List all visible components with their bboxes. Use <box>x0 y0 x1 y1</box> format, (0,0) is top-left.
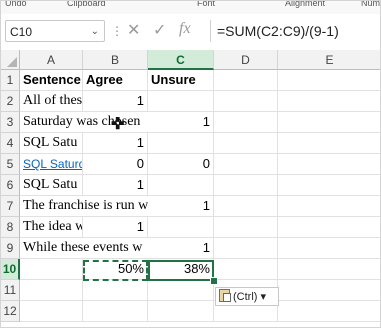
row-header[interactable]: 12 <box>1 301 20 322</box>
clipboard-icon <box>219 289 231 302</box>
ribbon-remnant: Undo Clipboard Font Alignment Number <box>1 0 381 15</box>
cell-d1[interactable] <box>214 70 278 91</box>
cell-d9[interactable] <box>214 238 278 259</box>
row-header[interactable]: 8 <box>1 217 20 238</box>
formula-bar: C10 ⌄ ⋮ ✕ ✓ fx =SUM(C2:C9)/(9-1) <box>1 14 380 51</box>
cell-c12[interactable] <box>148 301 214 322</box>
cell-d5[interactable] <box>214 154 278 175</box>
cell-c4[interactable] <box>148 133 214 154</box>
more-icon[interactable]: ⋮ <box>111 24 124 38</box>
cell-e12[interactable] <box>278 301 380 322</box>
cell-c11[interactable] <box>148 280 214 301</box>
cell-cursor-icon: ✜ <box>111 116 125 133</box>
cell-a6[interactable]: SQL Satu <box>20 175 83 196</box>
cell-d6[interactable] <box>214 175 278 196</box>
paste-options-button[interactable]: (Ctrl) ▾ <box>215 287 279 306</box>
cell-e10[interactable] <box>278 259 380 280</box>
cell-d7[interactable] <box>214 196 278 217</box>
row-header[interactable]: 7 <box>1 196 20 217</box>
cancel-icon[interactable]: ✕ <box>127 20 140 40</box>
row-header[interactable]: 6 <box>1 175 20 196</box>
column-header-a[interactable]: A <box>20 50 83 70</box>
cell-c5[interactable]: 0 <box>148 154 214 175</box>
column-header-c[interactable]: C <box>148 50 214 70</box>
cell-d2[interactable] <box>214 91 278 112</box>
cell-e6[interactable] <box>278 175 380 196</box>
cell-b1[interactable]: Agree <box>83 70 148 91</box>
enter-icon[interactable]: ✓ <box>153 20 166 40</box>
cell-c3[interactable]: 1 <box>148 112 214 133</box>
cell-c7[interactable]: 1 <box>148 196 214 217</box>
row-header[interactable]: 4 <box>1 133 20 154</box>
cell-e2[interactable] <box>278 91 380 112</box>
cell-a10[interactable] <box>20 259 83 280</box>
cell-a7[interactable]: The franchise is run w <box>20 196 148 217</box>
cell-c2[interactable] <box>148 91 214 112</box>
cell-d10[interactable] <box>214 259 278 280</box>
select-all-button[interactable] <box>1 50 20 70</box>
cell-e3[interactable] <box>278 112 380 133</box>
cell-c10-selected[interactable]: 38% <box>148 259 214 280</box>
column-header-d[interactable]: D <box>214 50 278 70</box>
cell-d3[interactable] <box>214 112 278 133</box>
row-header[interactable]: 5 <box>1 154 20 175</box>
function-icon[interactable]: fx <box>179 20 191 38</box>
excel-window: Undo Clipboard Font Alignment Number C10… <box>0 0 381 328</box>
ribbon-group-undo: Undo <box>5 0 27 8</box>
chevron-down-icon[interactable]: ⌄ <box>91 21 99 43</box>
cell-b4[interactable]: 1 <box>83 133 148 154</box>
column-header-e[interactable]: E <box>278 50 380 70</box>
name-box[interactable]: C10 ⌄ <box>5 20 105 42</box>
cell-a3[interactable]: Saturday was chosen <box>20 112 148 133</box>
cell-e4[interactable] <box>278 133 380 154</box>
cell-e1[interactable] <box>278 70 380 91</box>
cell-a5-link[interactable]: SQL Saturd <box>20 154 83 175</box>
chevron-down-icon: ▾ <box>260 291 267 303</box>
cell-b10[interactable]: 50% <box>83 259 148 280</box>
row-header[interactable]: 2 <box>1 91 20 112</box>
cell-b2[interactable]: 1 <box>83 91 148 112</box>
cell-d4[interactable] <box>214 133 278 154</box>
cell-c1[interactable]: Unsure <box>148 70 214 91</box>
cell-b12[interactable] <box>83 301 148 322</box>
cell-c8[interactable] <box>148 217 214 238</box>
ribbon-group-font: Font <box>197 0 216 8</box>
cell-a8[interactable]: The idea w <box>20 217 83 238</box>
ribbon-group-clipboard: Clipboard <box>67 0 106 8</box>
column-header-b[interactable]: B <box>83 50 148 70</box>
cell-a11[interactable] <box>20 280 83 301</box>
ribbon-group-number: Number <box>361 0 381 8</box>
row-header[interactable]: 9 <box>1 238 20 259</box>
cell-e7[interactable] <box>278 196 380 217</box>
cell-d8[interactable] <box>214 217 278 238</box>
cell-c6[interactable] <box>148 175 214 196</box>
cell-a2[interactable]: All of thes <box>20 91 83 112</box>
row-header[interactable]: 1 <box>1 70 20 91</box>
cell-a12[interactable] <box>20 301 83 322</box>
row-header-selected[interactable]: 10 <box>1 259 20 280</box>
cell-e9[interactable] <box>278 238 380 259</box>
name-box-value: C10 <box>10 25 33 39</box>
cell-e8[interactable] <box>278 217 380 238</box>
paste-options-label: (Ctrl) <box>233 291 258 303</box>
formula-input[interactable]: =SUM(C2:C9)/(9-1) <box>210 20 380 42</box>
row-header[interactable]: 3 <box>1 112 20 133</box>
cell-a1[interactable]: Sentence <box>20 70 83 91</box>
cell-e11[interactable] <box>278 280 380 301</box>
ribbon-group-alignment: Alignment <box>285 0 326 8</box>
cell-e5[interactable] <box>278 154 380 175</box>
fill-handle[interactable] <box>210 277 218 285</box>
cell-b6[interactable]: 1 <box>83 175 148 196</box>
cell-b5[interactable]: 0 <box>83 154 148 175</box>
cell-c9[interactable]: 1 <box>148 238 214 259</box>
cell-b8[interactable]: 1 <box>83 217 148 238</box>
cell-a4[interactable]: SQL Satu <box>20 133 83 154</box>
cell-b11[interactable] <box>83 280 148 301</box>
cell-a9[interactable]: While these events w <box>20 238 148 259</box>
row-header[interactable]: 11 <box>1 280 20 301</box>
